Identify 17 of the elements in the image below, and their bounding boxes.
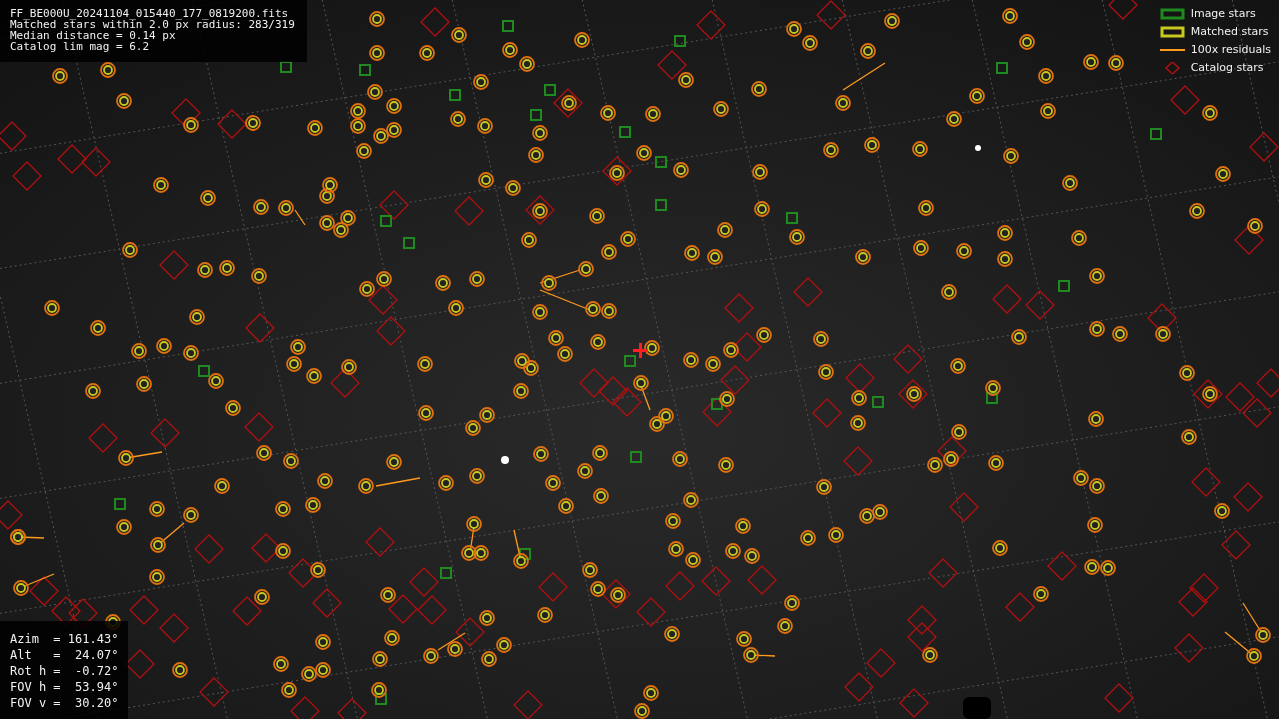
legend-label: Image stars — [1190, 7, 1256, 20]
legend-label: 100x residuals — [1190, 43, 1271, 56]
info-text: Median distance = 0.14 px — [10, 30, 176, 41]
info-text: FF_BE000U_20241104_015440_177_0819200.fits — [10, 8, 290, 19]
pointing-text: Alt = 24.07° — [10, 647, 119, 663]
legend-swatch-icon — [1160, 8, 1185, 19]
legend-label: Matched stars — [1190, 25, 1269, 38]
pointing-text: Azim = 161.43° — [10, 631, 119, 647]
legend-swatch-icon — [1160, 26, 1185, 37]
legend-swatch-icon — [1159, 48, 1185, 51]
legend-label: Catalog stars — [1190, 61, 1264, 74]
info-text: Catalog lim mag = 6.2 — [10, 41, 151, 52]
legend-swatch-icon — [1164, 61, 1180, 74]
pointing-text: FOV v = 30.20° — [10, 695, 119, 711]
pointing-text: Rot h = -0.72° — [10, 663, 119, 679]
info-text: Matched stars within 2.0 px radius: 283/319 — [10, 19, 295, 30]
pointing-text: FOV h = 53.94° — [10, 679, 119, 695]
